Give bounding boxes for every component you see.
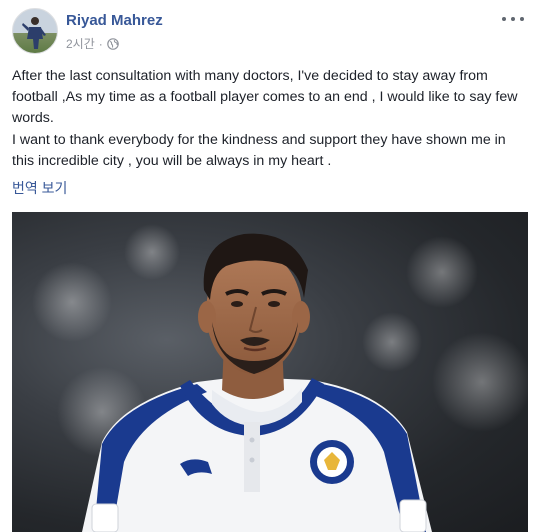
- more-options-icon[interactable]: [502, 12, 524, 26]
- post-time[interactable]: 2시간: [66, 35, 95, 52]
- post-header: Riyad Mahrez 2시간 ·: [12, 8, 528, 56]
- post-paragraph: After the last consultation with many do…: [12, 68, 518, 127]
- meta-separator: ·: [98, 36, 103, 51]
- post-paragraph: I want to thank everybody for the kindne…: [12, 131, 506, 169]
- author-name[interactable]: Riyad Mahrez: [66, 12, 163, 29]
- avatar[interactable]: [12, 8, 58, 54]
- post-message: After the last consultation with many do…: [12, 66, 528, 172]
- post-photo[interactable]: [12, 212, 528, 532]
- globe-icon[interactable]: [106, 37, 119, 50]
- post-meta: 2시간 ·: [66, 35, 119, 52]
- see-translation-link[interactable]: 번역 보기: [12, 178, 67, 198]
